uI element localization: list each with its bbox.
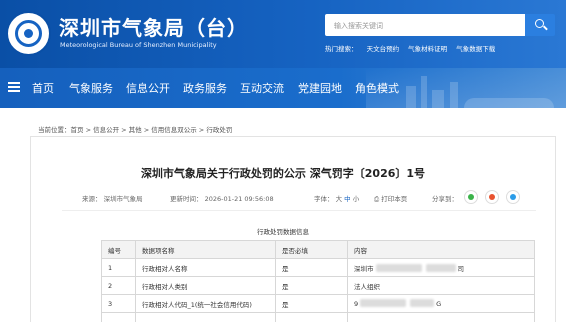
print-label: 打印本页 [381, 195, 408, 203]
article-source: 来源： 深圳市气象局 [82, 195, 143, 203]
cell-number: 3 [101, 294, 136, 313]
table-row: 2 行政相对人类别 是 法人组织 [101, 276, 535, 295]
table-caption: 行政处罚数据信息 [257, 228, 309, 236]
nav-weather-service[interactable]: 气象服务 [69, 80, 113, 96]
cell-required: 是 [275, 258, 348, 277]
content-prefix: 9 [354, 300, 359, 308]
cell-number: 1 [101, 258, 136, 277]
nav-home[interactable]: 首页 [32, 80, 54, 96]
nav-interaction[interactable]: 互动交流 [240, 80, 284, 96]
redaction-mask [425, 263, 456, 272]
site-title[interactable]: 深圳市气象局（台） [59, 12, 248, 41]
font-size-control: 字体： 大 中 小 [314, 193, 359, 203]
table-row: 1 行政相对人名称 是 深圳市 司 [101, 258, 535, 277]
font-size-small[interactable]: 小 [353, 195, 360, 203]
table-row: 3 行政相对人代码_1(统一社会信用代码) 是 9G [101, 294, 535, 313]
print-button[interactable]: ⎙ 打印本页 [374, 193, 407, 204]
cell-required: 是 [275, 276, 348, 295]
nav-gov-service[interactable]: 政务服务 [183, 80, 227, 96]
site-header: 深圳市气象局（台） Meteorological Bureau of Shenz… [0, 0, 566, 68]
bureau-logo[interactable] [6, 11, 51, 56]
nav-party-building[interactable]: 党建园地 [298, 80, 342, 96]
penalty-data-table: 编号 数据项名称 是否必填 内容 1 行政相对人名称 是 深圳市 司 2 行政相对… [101, 240, 535, 322]
col-header: 是否必填 [275, 240, 348, 259]
nav-role-mode[interactable]: 角色模式 [355, 80, 399, 96]
redaction-mask [410, 299, 435, 307]
hot-link[interactable]: 气象数据下载 [456, 45, 495, 53]
redaction-mask [360, 299, 407, 307]
hot-link[interactable]: 气象材料证明 [408, 45, 447, 53]
qq-icon[interactable] [506, 190, 520, 204]
cell-content: 法人组织 [347, 276, 535, 295]
cell-required: 是 [275, 294, 348, 313]
table-header-row: 编号 数据项名称 是否必填 内容 [101, 240, 535, 259]
breadcrumb[interactable]: 当前位置：首页 > 信息公开 > 其他 > 信用信息双公示 > 行政处罚 [38, 124, 232, 134]
cell-item: 行政相对人名称 [135, 258, 276, 277]
meta-divider [62, 210, 536, 211]
search-input[interactable]: 输入搜索关键词 [325, 14, 525, 36]
main-nav: 首页 气象服务 信息公开 政务服务 互动交流 党建园地 角色模式 [0, 68, 566, 108]
nav-info-disclosure[interactable]: 信息公开 [126, 80, 170, 96]
col-header: 内容 [347, 240, 535, 259]
menu-icon[interactable] [8, 82, 20, 92]
content-suffix: 司 [457, 264, 465, 273]
content-prefix: 深圳市 [354, 264, 374, 273]
search-button[interactable] [525, 14, 555, 36]
table-row [101, 312, 535, 322]
redaction-mask [375, 263, 422, 272]
content-suffix: G [436, 300, 442, 308]
cell-content: 深圳市 司 [347, 258, 535, 277]
weibo-icon[interactable] [485, 190, 499, 204]
share-label: 分享到： [432, 195, 458, 203]
hot-search-links: 热门搜索： 天文台预约 气象材料证明 气象数据下载 [325, 43, 502, 53]
col-header: 数据项名称 [135, 240, 276, 259]
cell-number: 2 [101, 276, 136, 295]
hot-link[interactable]: 天文台预约 [367, 45, 400, 53]
font-size-large[interactable]: 大 [336, 195, 343, 203]
print-icon: ⎙ [374, 195, 380, 203]
cell-content: 9G [347, 294, 535, 313]
hot-search-label: 热门搜索： [325, 45, 358, 53]
cell-item: 行政相对人代码_1(统一社会信用代码) [135, 294, 276, 313]
wechat-icon[interactable] [464, 190, 478, 204]
col-header: 编号 [101, 240, 136, 259]
article-title: 深圳市气象局关于行政处罚的公示 深气罚字〔2026〕1号 [140, 167, 426, 180]
cell-item: 行政相对人类别 [135, 276, 276, 295]
font-size-label: 字体： [314, 195, 334, 203]
font-size-medium[interactable]: 中 [344, 195, 351, 203]
article-updated: 更新时间： 2026-01-21 09:56:08 [170, 195, 274, 203]
site-subtitle: Meteorological Bureau of Shenzhen Munici… [60, 41, 217, 49]
